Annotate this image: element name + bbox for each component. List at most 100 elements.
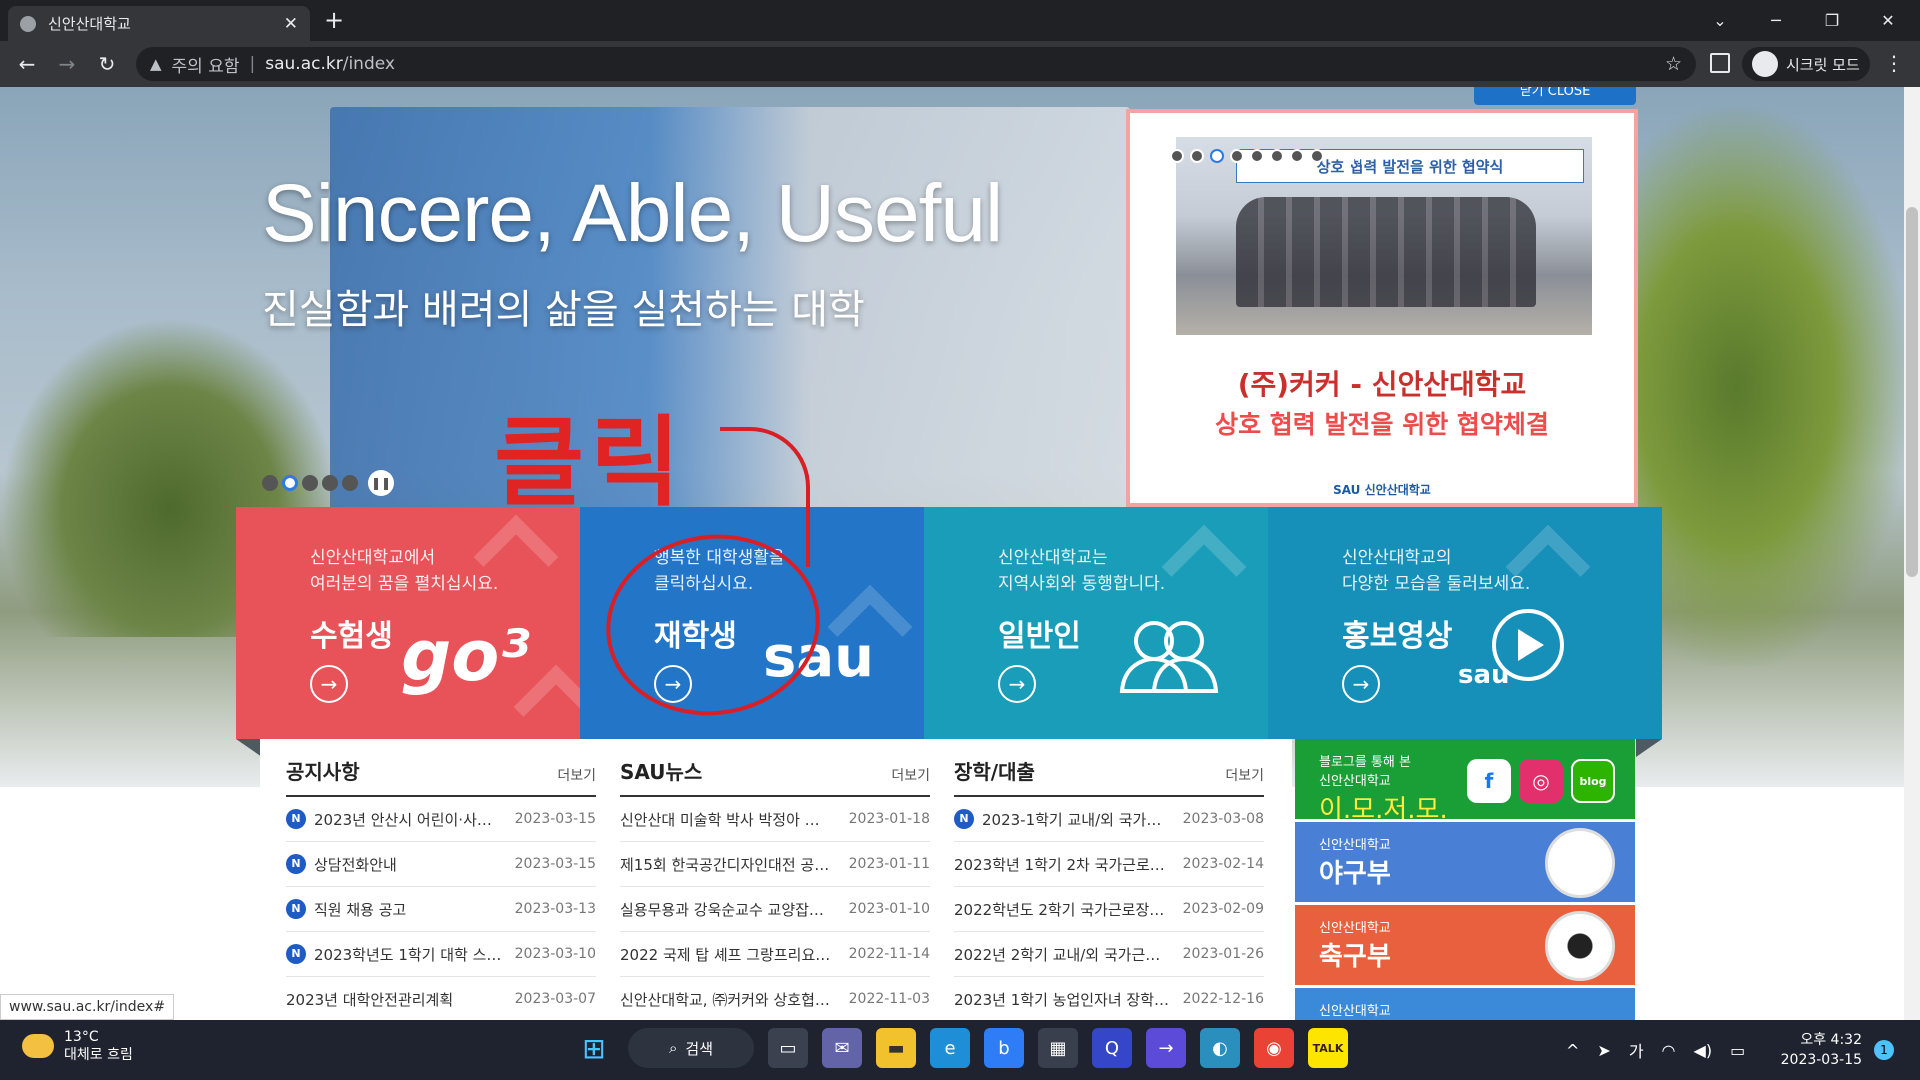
- store-icon[interactable]: ▦: [1038, 1028, 1078, 1068]
- item-title[interactable]: 2023년 안산시 어린이·사…: [314, 809, 492, 830]
- list-item[interactable]: N 직원 채용 공고 2023-03-13: [286, 887, 596, 932]
- close-window-icon[interactable]: ✕: [1860, 0, 1916, 41]
- list-item[interactable]: N 2023-1학기 교내/외 국가… 2023-03-08: [954, 797, 1264, 842]
- arrow-right-icon[interactable]: →: [998, 665, 1036, 703]
- ime-indicator[interactable]: 가: [1629, 1038, 1644, 1062]
- back-icon[interactable]: ←: [12, 49, 42, 79]
- instagram-icon[interactable]: ◎: [1519, 759, 1563, 803]
- slide-dot[interactable]: [1230, 149, 1244, 163]
- bing-icon[interactable]: b: [984, 1028, 1024, 1068]
- item-title[interactable]: 2023년 대학안전관리계획: [286, 989, 453, 1010]
- slide-dot[interactable]: [1190, 149, 1204, 163]
- hero-slide-dot-active[interactable]: [282, 475, 298, 491]
- item-title[interactable]: 실용무용과 강욱순교수 교양잡…: [620, 899, 824, 920]
- list-item[interactable]: 2023학년 1학기 2차 국가근로… 2023-02-14: [954, 842, 1264, 887]
- item-title[interactable]: 신안산대학교, ㈜커커와 상호협…: [620, 989, 830, 1010]
- list-item[interactable]: 제15회 한국공간디자인대전 공… 2023-01-11: [620, 842, 930, 887]
- baseball-banner[interactable]: 신안산대학교 야구부: [1295, 822, 1635, 902]
- incognito-indicator[interactable]: 시크릿 모드: [1742, 47, 1870, 81]
- notification-badge[interactable]: 1: [1874, 1040, 1894, 1060]
- list-item[interactable]: 실용무용과 강욱순교수 교양잡… 2023-01-10: [620, 887, 930, 932]
- battery-icon[interactable]: ▭: [1730, 1041, 1745, 1060]
- new-tab-button[interactable]: +: [324, 6, 344, 34]
- app-icon[interactable]: Q: [1092, 1028, 1132, 1068]
- close-tab-icon[interactable]: ✕: [284, 14, 298, 34]
- warning-icon[interactable]: ▲: [150, 55, 162, 73]
- address-bar[interactable]: ▲ 주의 요함 | sau.ac.kr /index ☆: [136, 47, 1696, 81]
- item-title[interactable]: 직원 채용 공고: [314, 899, 406, 920]
- list-item[interactable]: 2023년 1학기 농업인자녀 장학… 2022-12-16: [954, 977, 1264, 1020]
- file-explorer-icon[interactable]: ▬: [876, 1028, 916, 1068]
- start-icon[interactable]: ⊞: [574, 1028, 614, 1068]
- weather-widget[interactable]: 13°C 대체로 흐림: [22, 1028, 133, 1064]
- side-panel-icon[interactable]: [1710, 53, 1730, 73]
- app-icon[interactable]: →: [1146, 1028, 1186, 1068]
- slide-dot[interactable]: [1250, 149, 1264, 163]
- club-banner[interactable]: 신안산대학교: [1295, 988, 1635, 1020]
- item-title[interactable]: 제15회 한국공간디자인대전 공…: [620, 854, 829, 875]
- volume-icon[interactable]: ◀): [1694, 1041, 1713, 1060]
- popup-window[interactable]: 상호 협력 발전을 위한 협약식 ❚❚ (주)커커 - 신안산대학교 상호 협력…: [1126, 109, 1638, 507]
- more-link[interactable]: 더보기: [891, 765, 930, 785]
- list-item[interactable]: 2023년 대학안전관리계획 2023-03-07: [286, 977, 596, 1020]
- list-item[interactable]: 2022 국제 탑 셰프 그랑프리요… 2022-11-14: [620, 932, 930, 977]
- chrome-icon[interactable]: ◉: [1254, 1028, 1294, 1068]
- taskbar-search[interactable]: ⌕ 검색: [628, 1028, 754, 1068]
- list-item[interactable]: N 2023년 안산시 어린이·사… 2023-03-15: [286, 797, 596, 842]
- tile-applicants[interactable]: 신안산대학교에서 여러분의 꿈을 펼치십시요. 수험생 → go³: [236, 507, 580, 739]
- slide-dot-active[interactable]: [1210, 149, 1224, 163]
- tab-search-icon[interactable]: ⌄: [1692, 0, 1748, 41]
- more-link[interactable]: 더보기: [1225, 765, 1264, 785]
- minimize-icon[interactable]: ─: [1748, 0, 1804, 41]
- popup-close-button[interactable]: 닫기 CLOSE: [1474, 87, 1636, 105]
- hero-pause-icon[interactable]: ❚❚: [368, 470, 394, 496]
- hero-slide-dot[interactable]: [302, 475, 318, 491]
- kakaotalk-icon[interactable]: TALK: [1308, 1028, 1348, 1068]
- item-title[interactable]: 2022학년도 2학기 국가근로장…: [954, 899, 1164, 920]
- chevron-up-icon[interactable]: ^: [1566, 1041, 1579, 1060]
- blog-icon[interactable]: blog: [1571, 759, 1615, 803]
- blog-banner[interactable]: 블로그를 통해 본 신안산대학교 이.모.저.모. f ◎ blog: [1295, 739, 1635, 819]
- slide-dot[interactable]: [1170, 149, 1184, 163]
- slide-dot[interactable]: [1310, 149, 1324, 163]
- item-title[interactable]: 신안산대 미술학 박사 박정아 …: [620, 809, 820, 830]
- item-title[interactable]: 2023-1학기 교내/외 국가…: [982, 809, 1161, 830]
- hero-slide-dot[interactable]: [322, 475, 338, 491]
- wifi-icon[interactable]: ◠: [1662, 1041, 1676, 1060]
- tile-promo-video[interactable]: 신안산대학교의 다양한 모습을 둘러보세요. 홍보영상 → sau: [1268, 507, 1662, 739]
- security-label[interactable]: 주의 요함: [172, 52, 240, 77]
- reload-icon[interactable]: ↻: [92, 49, 122, 79]
- facebook-icon[interactable]: f: [1467, 759, 1511, 803]
- task-view-icon[interactable]: ▭: [768, 1028, 808, 1068]
- list-item[interactable]: 2022학년도 2학기 국가근로장… 2023-02-09: [954, 887, 1264, 932]
- hero-slide-dot[interactable]: [342, 475, 358, 491]
- scroll-thumb[interactable]: [1906, 207, 1918, 577]
- tile-public[interactable]: 신안산대학교는 지역사회와 동행합니다. 일반인 →: [924, 507, 1268, 739]
- menu-icon[interactable]: ⋮: [1884, 51, 1904, 75]
- list-item[interactable]: N 2023학년도 1학기 대학 스… 2023-03-10: [286, 932, 596, 977]
- bookmark-star-icon[interactable]: ☆: [1665, 53, 1682, 75]
- location-icon[interactable]: ➤: [1597, 1041, 1610, 1060]
- popup-pause-icon[interactable]: ❚❚: [1346, 149, 1369, 165]
- arrow-right-icon[interactable]: →: [310, 665, 348, 703]
- item-title[interactable]: 상담전화안내: [314, 854, 397, 875]
- item-title[interactable]: 2023학년도 1학기 대학 스…: [314, 944, 501, 965]
- item-title[interactable]: 2022 국제 탑 셰프 그랑프리요…: [620, 944, 830, 965]
- forward-icon[interactable]: →: [52, 49, 82, 79]
- hero-slide-dot[interactable]: [262, 475, 278, 491]
- slide-dot[interactable]: [1290, 149, 1304, 163]
- item-title[interactable]: 2022년 2학기 교내/외 국가근…: [954, 944, 1160, 965]
- item-title[interactable]: 2023학년 1학기 2차 국가근로…: [954, 854, 1165, 875]
- item-title[interactable]: 2023년 1학기 농업인자녀 장학…: [954, 989, 1169, 1010]
- slide-dot[interactable]: [1270, 149, 1284, 163]
- more-link[interactable]: 더보기: [557, 765, 596, 785]
- browser-tab[interactable]: 신안산대학교 ✕: [8, 6, 310, 41]
- list-item[interactable]: 신안산대 미술학 박사 박정아 … 2023-01-18: [620, 797, 930, 842]
- list-item[interactable]: 신안산대학교, ㈜커커와 상호협… 2022-11-03: [620, 977, 930, 1020]
- list-item[interactable]: 2022년 2학기 교내/외 국가근… 2023-01-26: [954, 932, 1264, 977]
- clock[interactable]: 오후 4:32 2023-03-15: [1778, 1030, 1862, 1070]
- app-icon[interactable]: ◐: [1200, 1028, 1240, 1068]
- soccer-banner[interactable]: 신안산대학교 축구부: [1295, 905, 1635, 985]
- arrow-right-icon[interactable]: →: [1342, 665, 1380, 703]
- restore-icon[interactable]: ❐: [1804, 0, 1860, 41]
